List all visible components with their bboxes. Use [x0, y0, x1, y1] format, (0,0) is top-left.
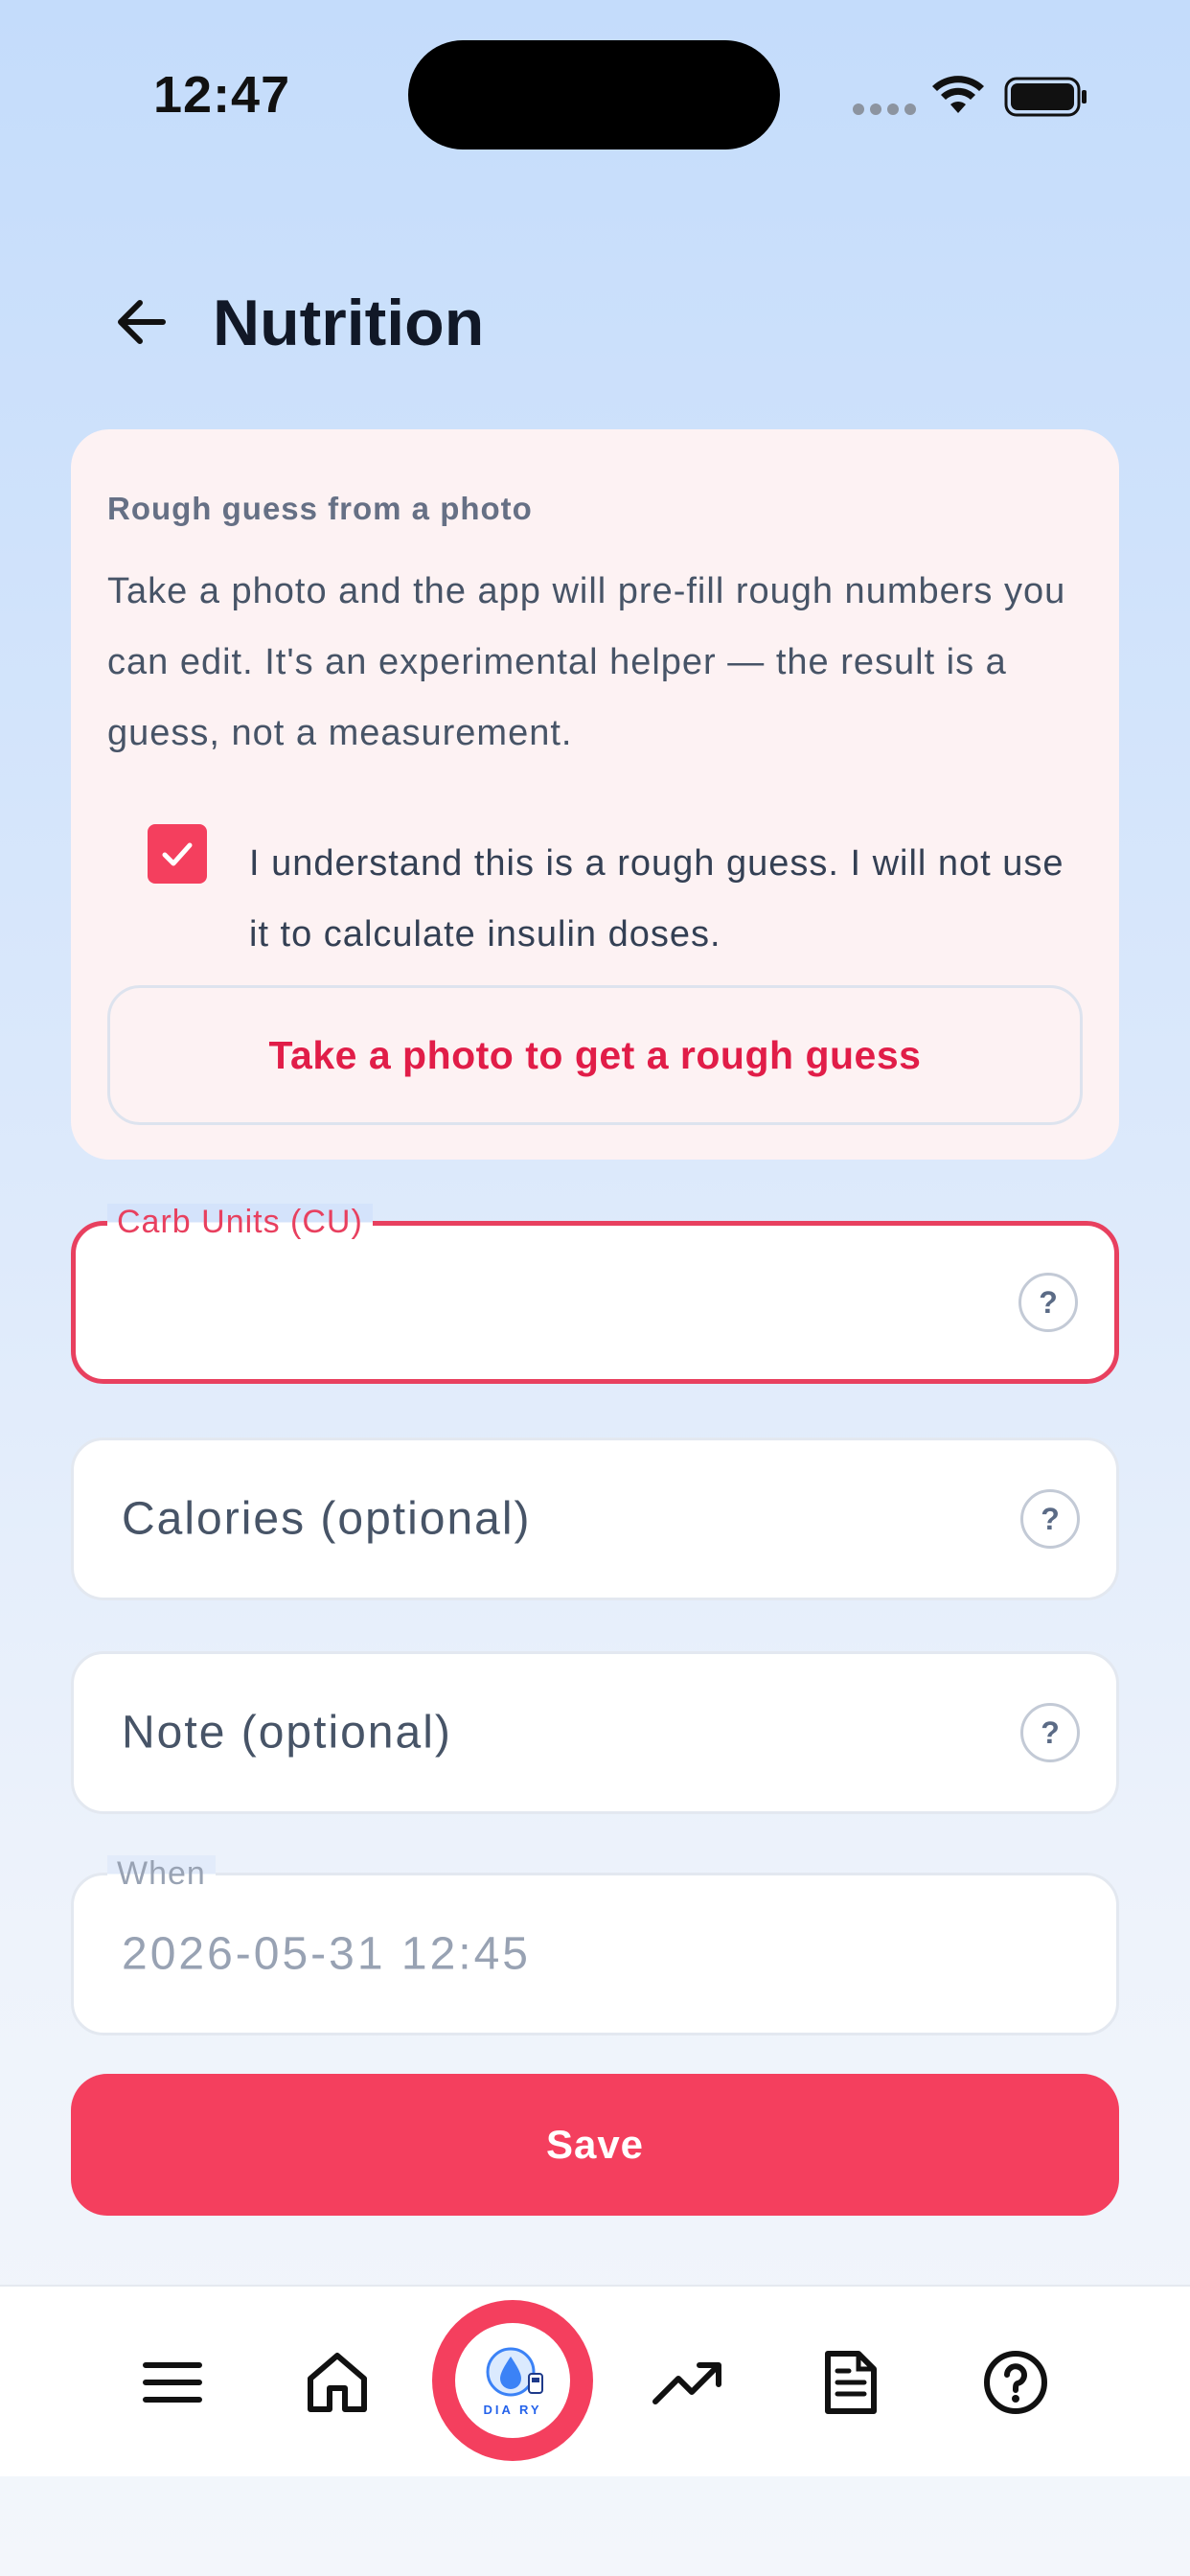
document-icon — [825, 2351, 877, 2414]
when-field[interactable]: 2026-05-31 12:45 — [71, 1873, 1119, 2036]
diary-logo-icon — [486, 2347, 543, 2396]
take-photo-button[interactable]: Take a photo to get a rough guess — [107, 985, 1083, 1125]
acknowledge-text[interactable]: I understand this is a rough guess. I wi… — [249, 828, 1092, 970]
acknowledge-checkbox[interactable] — [148, 824, 207, 884]
nav-trends[interactable] — [642, 2336, 734, 2428]
nav-reports[interactable] — [805, 2336, 897, 2428]
photo-guess-card: Rough guess from a photo Take a photo an… — [71, 429, 1119, 1160]
trend-icon — [652, 2362, 721, 2404]
calories-help-icon[interactable]: ? — [1020, 1489, 1080, 1549]
back-arrow-icon[interactable] — [107, 288, 176, 356]
nav-home[interactable] — [291, 2336, 383, 2428]
diary-logo: DIA RY — [455, 2323, 570, 2438]
battery-icon — [1004, 77, 1087, 117]
signal-dots-icon — [853, 104, 916, 115]
card-description: Take a photo and the app will pre-fill r… — [107, 571, 1066, 753]
carb-units-help-icon[interactable]: ? — [1018, 1273, 1078, 1332]
save-button[interactable]: Save — [71, 2074, 1119, 2216]
diary-logo-text: DIA RY — [483, 2402, 542, 2417]
home-icon — [308, 2353, 367, 2412]
menu-icon — [143, 2362, 202, 2403]
nav-help[interactable] — [970, 2336, 1062, 2428]
help-icon — [984, 2351, 1047, 2414]
calories-field[interactable]: Calories (optional) ? — [71, 1438, 1119, 1600]
calories-placeholder: Calories (optional) — [122, 1493, 532, 1545]
status-time: 12:47 — [153, 66, 291, 124]
when-value: 2026-05-31 12:45 — [122, 1928, 531, 1980]
note-placeholder: Note (optional) — [122, 1707, 452, 1759]
note-help-icon[interactable]: ? — [1020, 1703, 1080, 1762]
card-label: Rough guess from a photo — [107, 491, 533, 526]
checkmark-icon — [162, 842, 193, 866]
nav-menu[interactable] — [126, 2336, 218, 2428]
page-title: Nutrition — [213, 287, 485, 359]
bottom-nav: DIA RY — [0, 2285, 1190, 2476]
wifi-icon — [932, 76, 984, 113]
note-field[interactable]: Note (optional) ? — [71, 1651, 1119, 1814]
when-label: When — [107, 1855, 216, 1893]
nav-diary[interactable]: DIA RY — [432, 2300, 593, 2461]
carb-units-label: Carb Units (CU) — [107, 1204, 373, 1241]
carb-units-field[interactable]: ? — [71, 1221, 1119, 1384]
dynamic-island — [408, 40, 780, 150]
